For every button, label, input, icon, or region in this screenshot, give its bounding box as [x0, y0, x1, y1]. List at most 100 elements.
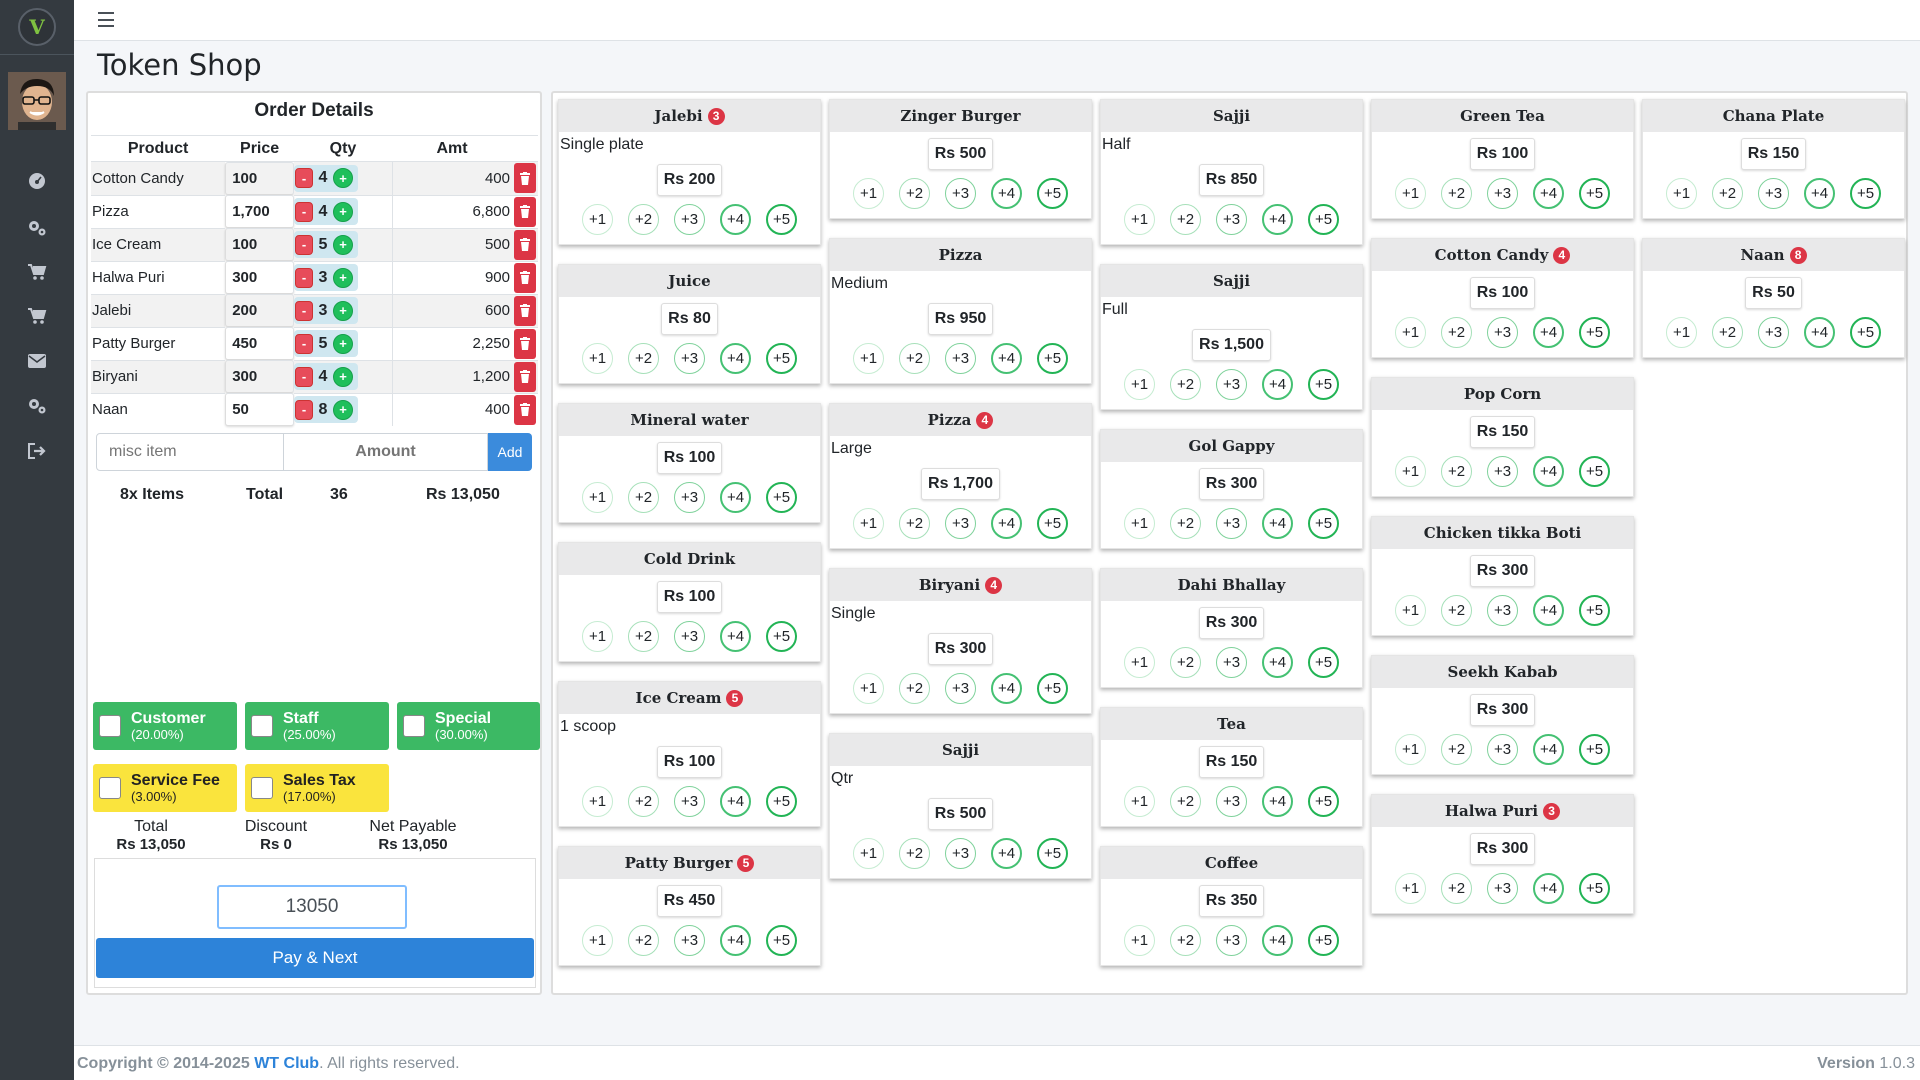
add-1-button[interactable]: +1 — [1395, 595, 1426, 626]
qty-increase-button[interactable]: + — [333, 234, 353, 255]
add-1-button[interactable]: +1 — [582, 786, 613, 817]
add-1-button[interactable]: +1 — [582, 204, 613, 235]
add-2-button[interactable]: +2 — [628, 343, 659, 374]
add-4-button[interactable]: +4 — [1262, 369, 1293, 400]
add-4-button[interactable]: +4 — [720, 925, 751, 956]
add-1-button[interactable]: +1 — [582, 343, 613, 374]
brand[interactable]: V — [0, 0, 74, 55]
add-2-button[interactable]: +2 — [899, 343, 930, 374]
add-2-button[interactable]: +2 — [628, 204, 659, 235]
add-2-button[interactable]: +2 — [899, 838, 930, 869]
add-1-button[interactable]: +1 — [853, 508, 884, 539]
cogs-icon[interactable] — [26, 217, 48, 239]
pay-next-button[interactable]: Pay & Next — [96, 938, 534, 978]
add-2-button[interactable]: +2 — [1170, 786, 1201, 817]
add-2-button[interactable]: +2 — [899, 508, 930, 539]
add-1-button[interactable]: +1 — [582, 621, 613, 652]
add-5-button[interactable]: +5 — [766, 204, 797, 235]
qty-increase-button[interactable]: + — [333, 333, 353, 354]
add-5-button[interactable]: +5 — [1579, 595, 1610, 626]
add-3-button[interactable]: +3 — [945, 838, 976, 869]
add-4-button[interactable]: +4 — [1533, 456, 1564, 487]
add-2-button[interactable]: +2 — [1170, 369, 1201, 400]
add-3-button[interactable]: +3 — [945, 343, 976, 374]
add-1-button[interactable]: +1 — [582, 482, 613, 513]
fee-checkbox[interactable] — [99, 777, 121, 799]
add-1-button[interactable]: +1 — [1124, 925, 1155, 956]
add-5-button[interactable]: +5 — [1037, 508, 1068, 539]
add-1-button[interactable]: +1 — [853, 178, 884, 209]
add-3-button[interactable]: +3 — [945, 508, 976, 539]
add-4-button[interactable]: +4 — [1533, 178, 1564, 209]
add-5-button[interactable]: +5 — [1579, 734, 1610, 765]
add-2-button[interactable]: +2 — [1712, 178, 1743, 209]
add-1-button[interactable]: +1 — [1124, 369, 1155, 400]
add-2-button[interactable]: +2 — [628, 786, 659, 817]
qty-increase-button[interactable]: + — [333, 201, 353, 222]
add-5-button[interactable]: +5 — [1037, 178, 1068, 209]
add-5-button[interactable]: +5 — [1308, 204, 1339, 235]
trash-icon[interactable] — [514, 295, 536, 326]
cart-icon[interactable] — [26, 305, 48, 327]
add-3-button[interactable]: +3 — [674, 482, 705, 513]
misc-amount-input[interactable] — [284, 433, 488, 471]
add-5-button[interactable]: +5 — [766, 786, 797, 817]
add-5-button[interactable]: +5 — [1850, 178, 1881, 209]
add-1-button[interactable]: +1 — [1666, 317, 1697, 348]
qty-increase-button[interactable]: + — [333, 366, 353, 387]
add-5-button[interactable]: +5 — [1308, 925, 1339, 956]
fee-sales-tax[interactable]: Sales Tax (17.00%) — [245, 764, 389, 812]
add-5-button[interactable]: +5 — [1579, 873, 1610, 904]
add-4-button[interactable]: +4 — [1533, 317, 1564, 348]
add-4-button[interactable]: +4 — [991, 673, 1022, 704]
add-3-button[interactable]: +3 — [1487, 595, 1518, 626]
add-4-button[interactable]: +4 — [720, 482, 751, 513]
add-5-button[interactable]: +5 — [1037, 673, 1068, 704]
add-3-button[interactable]: +3 — [1487, 317, 1518, 348]
qty-decrease-button[interactable]: - — [295, 399, 313, 420]
add-3-button[interactable]: +3 — [1487, 734, 1518, 765]
misc-item-input[interactable] — [96, 433, 284, 471]
add-2-button[interactable]: +2 — [1170, 925, 1201, 956]
add-2-button[interactable]: +2 — [628, 925, 659, 956]
add-4-button[interactable]: +4 — [991, 508, 1022, 539]
add-5-button[interactable]: +5 — [1579, 317, 1610, 348]
trash-icon[interactable] — [514, 229, 536, 260]
add-1-button[interactable]: +1 — [853, 838, 884, 869]
add-5-button[interactable]: +5 — [1850, 317, 1881, 348]
qty-increase-button[interactable]: + — [333, 399, 353, 420]
add-5-button[interactable]: +5 — [1308, 647, 1339, 678]
add-1-button[interactable]: +1 — [1395, 317, 1426, 348]
add-4-button[interactable]: +4 — [991, 343, 1022, 374]
discount-checkbox[interactable] — [251, 715, 273, 737]
add-4-button[interactable]: +4 — [720, 786, 751, 817]
club-link[interactable]: WT Club — [254, 1055, 319, 1072]
cogs-icon[interactable] — [26, 395, 48, 417]
add-1-button[interactable]: +1 — [1666, 178, 1697, 209]
add-5-button[interactable]: +5 — [1308, 786, 1339, 817]
qty-decrease-button[interactable]: - — [295, 234, 313, 255]
discount-checkbox[interactable] — [99, 715, 121, 737]
add-4-button[interactable]: +4 — [720, 204, 751, 235]
add-5-button[interactable]: +5 — [1037, 343, 1068, 374]
add-1-button[interactable]: +1 — [1124, 508, 1155, 539]
trash-icon[interactable] — [514, 163, 536, 194]
add-1-button[interactable]: +1 — [1395, 734, 1426, 765]
add-2-button[interactable]: +2 — [1441, 317, 1472, 348]
add-1-button[interactable]: +1 — [1395, 873, 1426, 904]
add-4-button[interactable]: +4 — [1262, 647, 1293, 678]
add-4-button[interactable]: +4 — [991, 838, 1022, 869]
add-2-button[interactable]: +2 — [1441, 178, 1472, 209]
add-3-button[interactable]: +3 — [945, 178, 976, 209]
add-2-button[interactable]: +2 — [899, 178, 930, 209]
add-3-button[interactable]: +3 — [674, 925, 705, 956]
add-4-button[interactable]: +4 — [720, 621, 751, 652]
add-2-button[interactable]: +2 — [1441, 456, 1472, 487]
qty-decrease-button[interactable]: - — [295, 366, 313, 387]
add-1-button[interactable]: +1 — [1124, 786, 1155, 817]
add-1-button[interactable]: +1 — [1124, 647, 1155, 678]
fee-service-fee[interactable]: Service Fee (3.00%) — [93, 764, 237, 812]
add-3-button[interactable]: +3 — [1758, 178, 1789, 209]
qty-decrease-button[interactable]: - — [295, 168, 313, 189]
add-5-button[interactable]: +5 — [1037, 838, 1068, 869]
